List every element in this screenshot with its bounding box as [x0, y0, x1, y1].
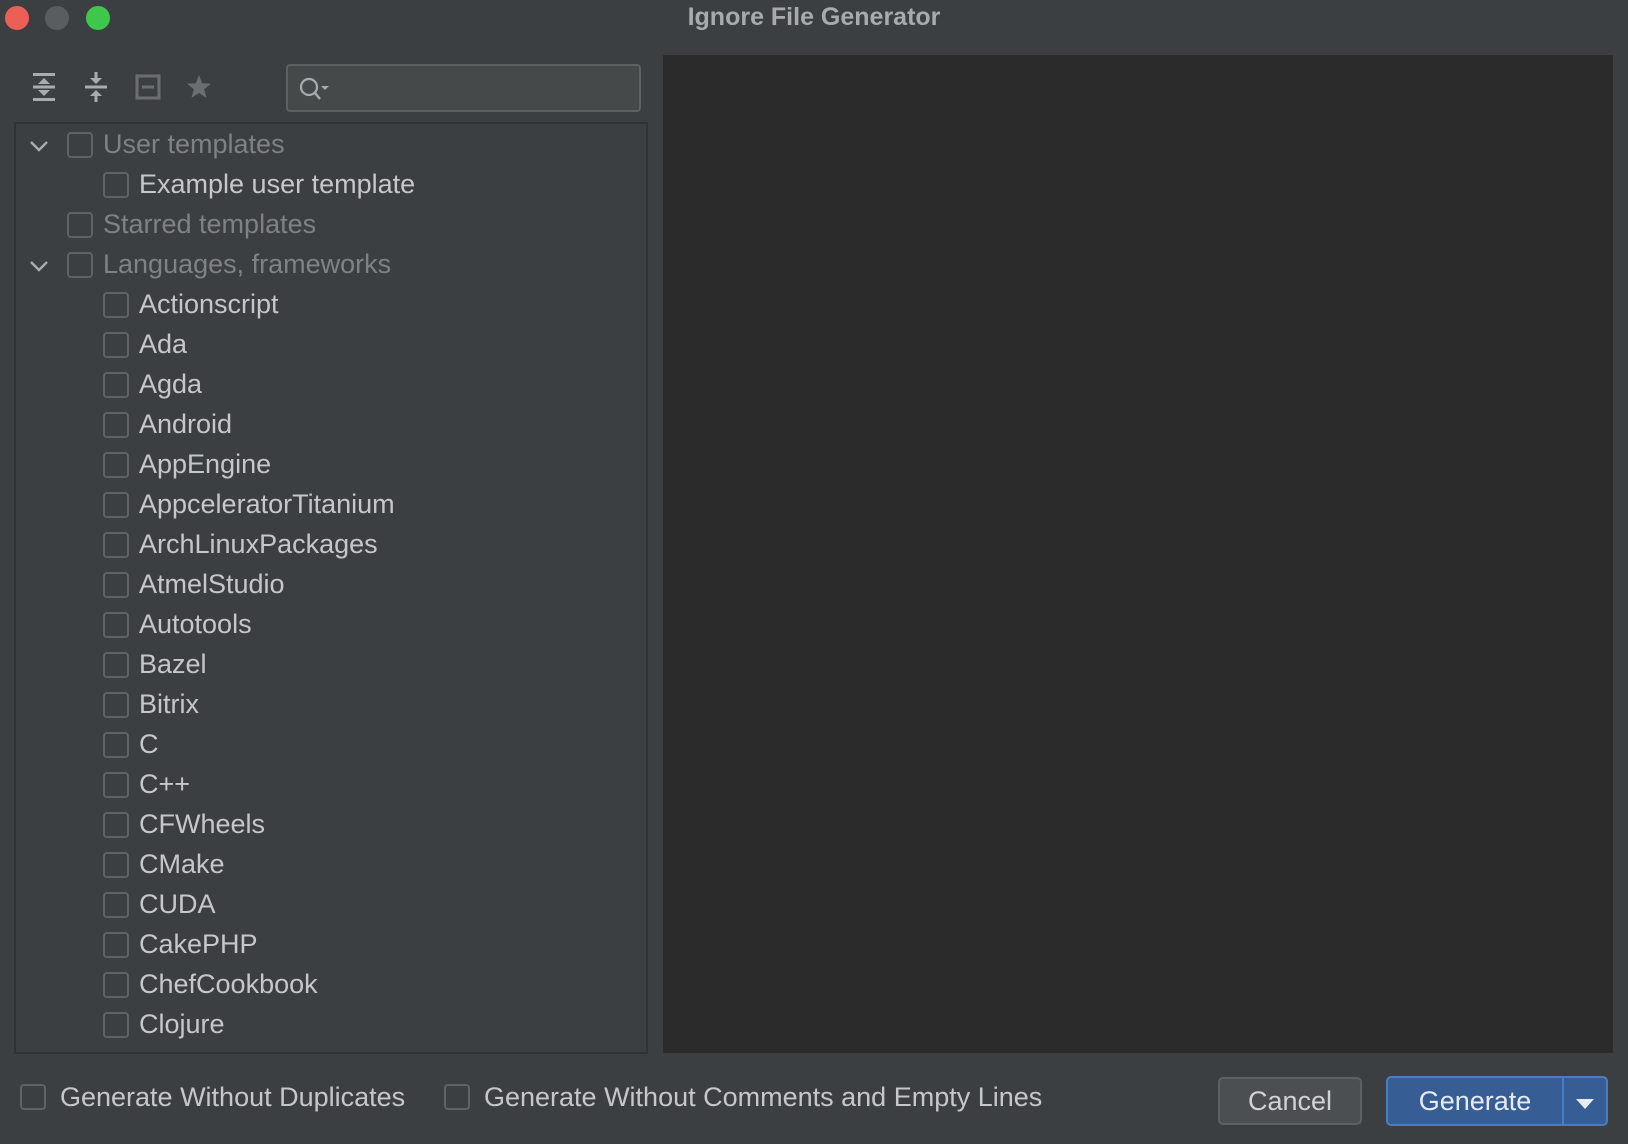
- tree-checkbox[interactable]: [103, 772, 129, 798]
- unselect-all-icon[interactable]: [131, 70, 165, 104]
- window-title: Ignore File Generator: [687, 3, 941, 31]
- tree-checkbox[interactable]: [103, 932, 129, 958]
- tree-item-label: Autotools: [139, 609, 252, 639]
- tree-item[interactable]: AppEngine: [16, 446, 646, 486]
- tree-item[interactable]: CMake: [16, 846, 646, 886]
- tree-checkbox[interactable]: [103, 412, 129, 438]
- without-comments-checkbox[interactable]: [444, 1084, 470, 1110]
- tree-checkbox[interactable]: [103, 572, 129, 598]
- tree-group-label: Starred templates: [103, 209, 317, 239]
- tree-item-label: CMake: [139, 849, 225, 879]
- tree-item[interactable]: CFWheels: [16, 806, 646, 846]
- tree-checkbox[interactable]: [103, 372, 129, 398]
- tree-checkbox[interactable]: [103, 492, 129, 518]
- tree-item[interactable]: C: [16, 726, 646, 766]
- tree-item[interactable]: Clojure: [16, 1006, 646, 1046]
- generate-split-button[interactable]: Generate: [1386, 1076, 1608, 1126]
- tree-item[interactable]: Actionscript: [16, 286, 646, 326]
- tree-item-label: Android: [139, 409, 233, 439]
- caret-down-icon: [1575, 1086, 1595, 1117]
- tree-item[interactable]: Example user template: [16, 166, 646, 206]
- tree-item[interactable]: Android: [16, 406, 646, 446]
- tree-checkbox[interactable]: [103, 852, 129, 878]
- generate-options-dropdown[interactable]: [1564, 1078, 1606, 1124]
- tree-item[interactable]: Bazel: [16, 646, 646, 686]
- tree-item[interactable]: Bitrix: [16, 686, 646, 726]
- tree-checkbox[interactable]: [103, 532, 129, 558]
- generate-button[interactable]: Generate: [1388, 1078, 1562, 1124]
- tree-item-label: CFWheels: [139, 809, 266, 839]
- tree-item-label: AtmelStudio: [139, 569, 285, 599]
- tree-checkbox[interactable]: [103, 972, 129, 998]
- tree-checkbox[interactable]: [103, 172, 129, 198]
- tree-item[interactable]: CakePHP: [16, 926, 646, 966]
- tree-item[interactable]: Ada: [16, 326, 646, 366]
- tree-item[interactable]: CUDA: [16, 886, 646, 926]
- tree-item-label: Actionscript: [139, 289, 279, 319]
- title-bar: Ignore File Generator: [0, 0, 1628, 36]
- tree-item-partial[interactable]: [16, 1046, 646, 1054]
- tree-item-label: Clojure: [139, 1009, 225, 1039]
- tree-item-label: Example user template: [139, 169, 416, 199]
- without-duplicates-label: Generate Without Duplicates: [60, 1082, 406, 1112]
- search-icon: [298, 76, 332, 102]
- tree-checkbox[interactable]: [103, 652, 129, 678]
- tree-item[interactable]: Agda: [16, 366, 646, 406]
- tree-item-label: ArchLinuxPackages: [139, 529, 378, 559]
- tree-item-label: Ada: [139, 329, 188, 359]
- tree-item[interactable]: ChefCookbook: [16, 966, 646, 1006]
- tree-checkbox[interactable]: [67, 212, 93, 238]
- tree-item-label: CakePHP: [139, 929, 258, 959]
- template-tree[interactable]: User templates Example user template Sta…: [14, 122, 648, 1054]
- tree-item-label: CUDA: [139, 889, 216, 919]
- tree-checkbox[interactable]: [103, 812, 129, 838]
- tree-item-label: Agda: [139, 369, 203, 399]
- tree-group-label: User templates: [103, 129, 285, 159]
- without-comments-label: Generate Without Comments and Empty Line…: [484, 1082, 1043, 1112]
- tree-item-label: Bitrix: [139, 689, 199, 719]
- tree-item-label: AppceleratorTitanium: [139, 489, 395, 519]
- tree-checkbox[interactable]: [103, 732, 129, 758]
- tree-group-starred-templates[interactable]: Starred templates: [16, 206, 646, 246]
- tree-checkbox[interactable]: [103, 692, 129, 718]
- tree-group-label: Languages, frameworks: [103, 249, 392, 279]
- star-icon[interactable]: [182, 70, 216, 104]
- cancel-button[interactable]: Cancel: [1218, 1077, 1362, 1125]
- tree-item[interactable]: Autotools: [16, 606, 646, 646]
- tree-group-languages-frameworks[interactable]: Languages, frameworks: [16, 246, 646, 286]
- preview-pane[interactable]: [663, 55, 1613, 1053]
- tree-checkbox[interactable]: [67, 132, 93, 158]
- tree-item-label: AppEngine: [139, 449, 272, 479]
- expand-all-icon[interactable]: [27, 70, 61, 104]
- tree-group-user-templates[interactable]: User templates: [16, 126, 646, 166]
- tree-item[interactable]: AtmelStudio: [16, 566, 646, 606]
- tree-item-label: ChefCookbook: [139, 969, 318, 999]
- tree-item-label: C: [139, 729, 159, 759]
- chevron-down-icon[interactable]: [29, 136, 49, 156]
- tree-item-label: Bazel: [139, 649, 207, 679]
- tree-checkbox[interactable]: [103, 1052, 129, 1054]
- tree-checkbox[interactable]: [103, 332, 129, 358]
- tree-item-label: C++: [139, 769, 191, 799]
- tree-checkbox[interactable]: [103, 612, 129, 638]
- search-input[interactable]: [340, 72, 634, 108]
- tree-checkbox[interactable]: [103, 1012, 129, 1038]
- tree-item[interactable]: C++: [16, 766, 646, 806]
- search-field[interactable]: [286, 64, 641, 112]
- chevron-down-icon[interactable]: [29, 256, 49, 276]
- without-duplicates-checkbox[interactable]: [20, 1084, 46, 1110]
- tree-checkbox[interactable]: [67, 252, 93, 278]
- tree-item[interactable]: ArchLinuxPackages: [16, 526, 646, 566]
- collapse-all-icon[interactable]: [79, 70, 113, 104]
- tree-item[interactable]: AppceleratorTitanium: [16, 486, 646, 526]
- tree-checkbox[interactable]: [103, 292, 129, 318]
- tree-checkbox[interactable]: [103, 452, 129, 478]
- tree-checkbox[interactable]: [103, 892, 129, 918]
